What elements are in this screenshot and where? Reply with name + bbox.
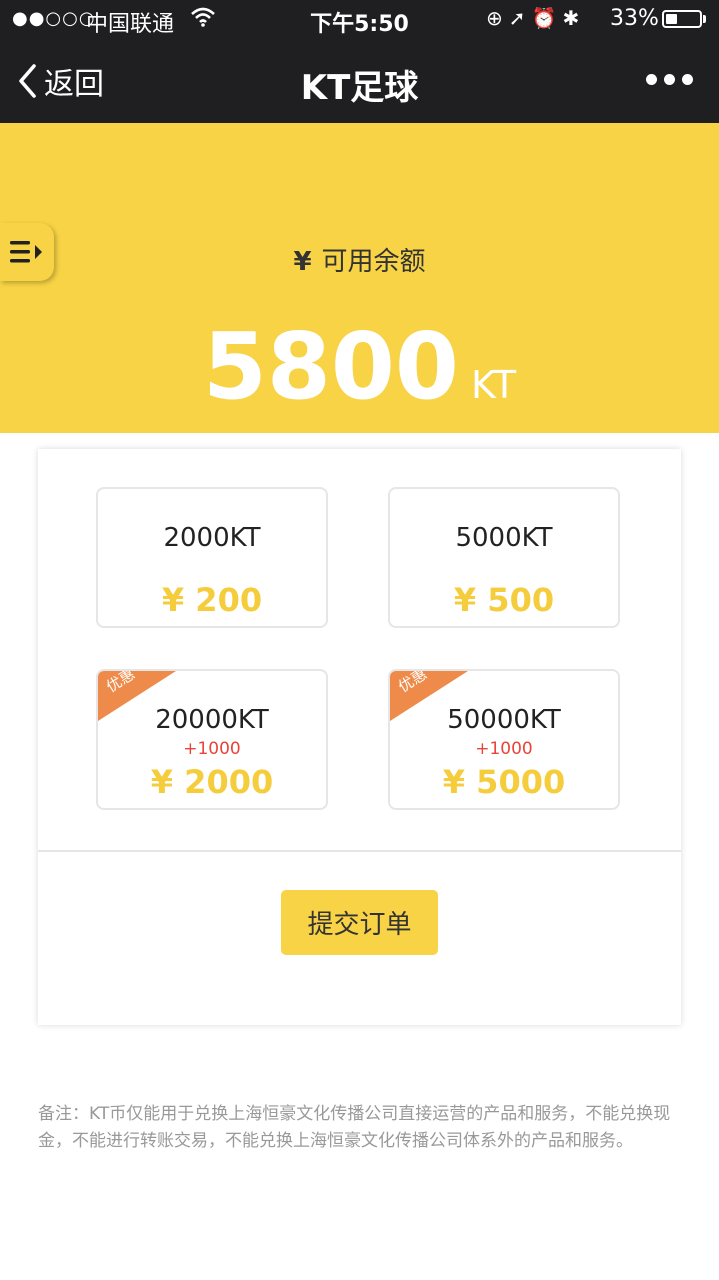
balance-value: 5800 xyxy=(202,313,459,420)
option-bonus: +1000 xyxy=(183,739,241,759)
ellipsis-icon xyxy=(646,74,657,85)
submit-order-button[interactable]: 提交订单 xyxy=(281,890,438,955)
option-price: ¥ 200 xyxy=(161,581,263,619)
recharge-option-20000[interactable]: 优惠 20000KT +1000 ¥ 2000 xyxy=(96,669,328,810)
option-amount: 50000KT xyxy=(447,705,561,735)
battery-percent: 33% xyxy=(610,6,659,31)
battery-fill xyxy=(666,14,677,24)
footnote: 备注：KT币仅能用于兑换上海恒豪文化传播公司直接运营的产品和服务，不能兑换现金，… xyxy=(38,1104,671,1151)
status-bar: ●●○○○ 中国联通 下午5:50 ⊕➚⏰✱ 33% xyxy=(0,0,719,40)
recharge-option-50000[interactable]: 优惠 50000KT +1000 ¥ 5000 xyxy=(388,669,620,810)
currency-symbol: ¥ xyxy=(293,247,312,277)
balance-header: ¥ 可用余额 5800 KT xyxy=(0,123,719,433)
option-amount: 5000KT xyxy=(455,523,553,553)
card-divider xyxy=(38,850,681,852)
balance-amount: 5800 KT xyxy=(0,313,719,420)
bluetooth-icon: ✱ xyxy=(562,6,586,30)
balance-unit: KT xyxy=(470,363,517,407)
ellipsis-icon-dot xyxy=(682,74,693,85)
option-bonus: +1000 xyxy=(475,739,533,759)
balance-label-text: 可用余额 xyxy=(321,247,426,277)
ellipsis-icon-dot xyxy=(664,74,675,85)
option-price: ¥ 5000 xyxy=(442,763,566,801)
page-title: KT足球 xyxy=(300,68,419,108)
orientation-lock-icon: ⊕ xyxy=(486,6,509,30)
status-icons: ⊕➚⏰✱ xyxy=(486,6,585,30)
option-price: ¥ 500 xyxy=(453,581,555,619)
recharge-option-2000[interactable]: 2000KT ¥ 200 xyxy=(96,487,328,628)
recharge-card: 2000KT ¥ 200 5000KT ¥ 500 优惠 20000KT +10… xyxy=(38,449,681,1025)
option-amount: 2000KT xyxy=(163,523,261,553)
balance-label: ¥ 可用余额 xyxy=(0,241,719,278)
battery-tip xyxy=(703,15,706,23)
battery-icon xyxy=(662,10,702,28)
nav-bar: 返回 KT足球 xyxy=(0,40,719,123)
alarm-icon: ⏰ xyxy=(531,6,563,30)
location-arrow-icon: ➚ xyxy=(508,6,532,30)
option-amount: 20000KT xyxy=(155,705,269,735)
recharge-option-5000[interactable]: 5000KT ¥ 500 xyxy=(388,487,620,628)
option-price: ¥ 2000 xyxy=(150,763,274,801)
more-button[interactable] xyxy=(646,74,693,85)
